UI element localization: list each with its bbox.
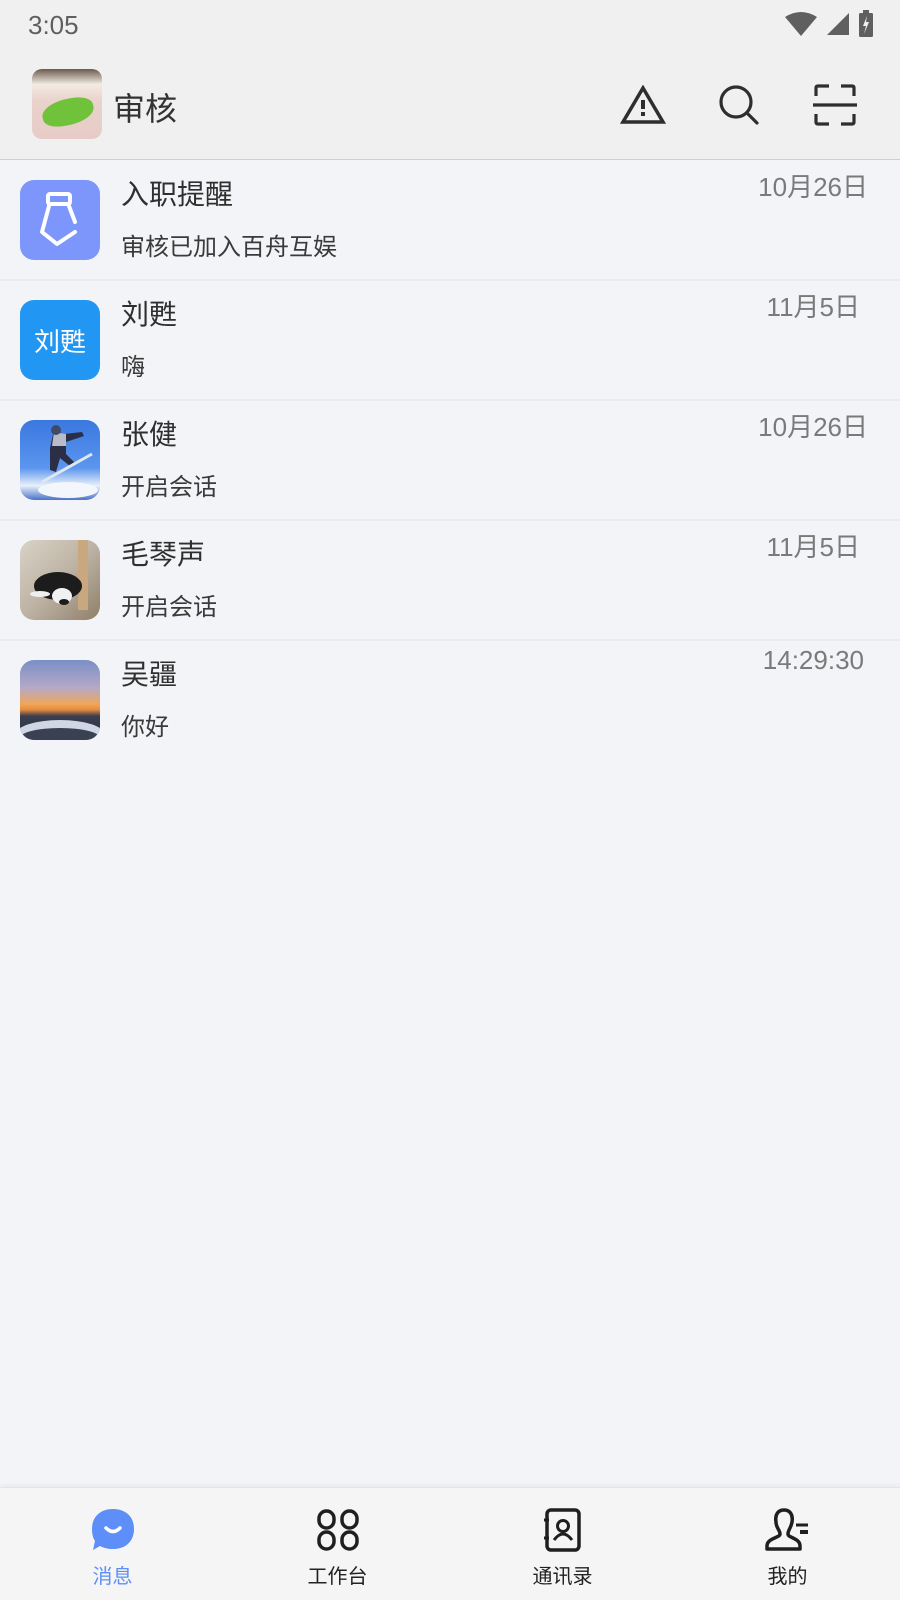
- conversation-item[interactable]: 刘甦 刘甦 嗨 11月5日: [0, 281, 900, 401]
- conversation-time: 11月5日: [766, 292, 860, 322]
- status-time: 3:05: [28, 10, 79, 40]
- avatar: [20, 660, 100, 740]
- status-icons: [784, 10, 874, 38]
- conversation-time: 10月26日: [758, 412, 868, 442]
- app-header: 审核: [0, 50, 900, 160]
- conversation-list: 入职提醒 审核已加入百舟互娱 10月26日 刘甦 刘甦 嗨 11月5日 张健 开…: [0, 161, 900, 761]
- tab-messages[interactable]: 消息: [0, 1488, 225, 1600]
- tab-profile[interactable]: 我的: [675, 1488, 900, 1600]
- conversation-item[interactable]: 入职提醒 审核已加入百舟互娱 10月26日: [0, 161, 900, 281]
- conversation-name: 入职提醒: [121, 178, 234, 211]
- user-avatar[interactable]: [32, 69, 102, 139]
- avatar: 刘甦: [20, 300, 100, 380]
- avatar-photo-frog: [39, 93, 97, 131]
- avatar: [20, 180, 100, 260]
- conversation-time: 14:29:30: [762, 645, 864, 675]
- avatar: [20, 540, 100, 620]
- sunset-photo: [20, 720, 100, 740]
- header-title: 审核: [113, 90, 178, 128]
- tab-workbench[interactable]: 工作台: [225, 1488, 450, 1600]
- chat-bubble-icon: [91, 1509, 134, 1550]
- avatar: [20, 420, 100, 500]
- scan-icon: [813, 84, 857, 126]
- header-actions: [618, 80, 860, 130]
- conversation-time: 10月26日: [758, 172, 868, 202]
- status-bar: 3:05: [0, 0, 900, 50]
- tab-label: 工作台: [307, 1564, 368, 1588]
- conversation-name: 吴疆: [121, 658, 178, 691]
- cellular-signal-icon: [827, 13, 849, 35]
- snowboarder-photo: [38, 425, 98, 498]
- tab-label: 消息: [92, 1564, 133, 1588]
- conversation-message: 嗨: [121, 353, 145, 381]
- tab-label: 通讯录: [532, 1564, 593, 1588]
- conversation-message: 开启会话: [121, 473, 217, 501]
- conversation-name: 张健: [121, 418, 178, 451]
- scan-button[interactable]: [810, 80, 860, 130]
- conversation-name: 毛琴声: [121, 538, 206, 571]
- battery-charging-icon: [859, 10, 873, 37]
- necktie-icon: [40, 192, 77, 246]
- warning-icon: [620, 85, 666, 124]
- conversation-message: 审核已加入百舟互娱: [121, 233, 337, 261]
- grid-apps-icon: [316, 1509, 359, 1551]
- conversation-item[interactable]: 毛琴声 开启会话 11月5日: [0, 521, 900, 641]
- contacts-book-icon: [543, 1508, 581, 1552]
- bottom-tab-bar: 消息 工作台 通讯录 我的: [0, 1487, 900, 1600]
- conversation-name: 刘甦: [121, 298, 178, 331]
- dog-photo: [30, 540, 88, 610]
- wifi-icon: [785, 12, 817, 36]
- conversation-item[interactable]: 吴疆 你好 14:29:30: [0, 641, 900, 761]
- warning-button[interactable]: [618, 80, 668, 130]
- conversation-message: 开启会话: [121, 593, 217, 621]
- tab-label: 我的: [767, 1564, 808, 1588]
- conversation-message: 你好: [121, 713, 169, 741]
- conversation-time: 11月5日: [766, 532, 860, 562]
- tab-contacts[interactable]: 通讯录: [450, 1488, 675, 1600]
- search-icon: [719, 85, 759, 125]
- search-button[interactable]: [714, 80, 764, 130]
- conversation-item[interactable]: 张健 开启会话 10月26日: [0, 401, 900, 521]
- profile-icon: [764, 1508, 808, 1551]
- avatar-initials: 刘甦: [33, 327, 86, 358]
